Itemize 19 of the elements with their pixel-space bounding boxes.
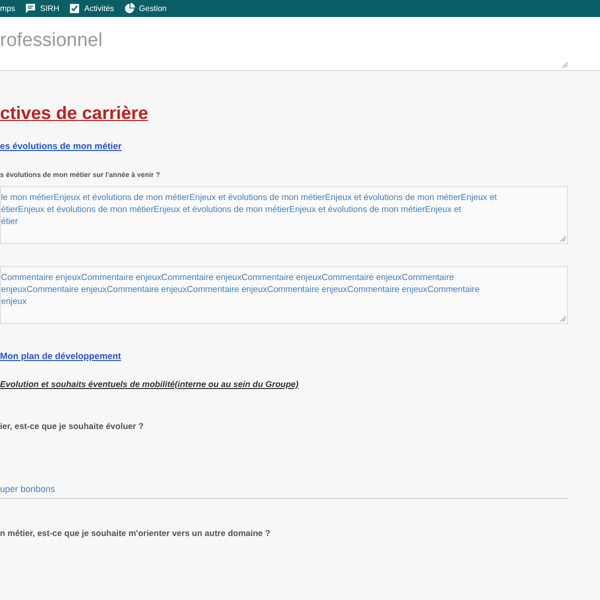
resize-grip-icon[interactable] xyxy=(560,236,566,242)
section-link[interactable]: Mon plan de développement xyxy=(0,351,122,361)
question-label: n métier, est-ce que je souhaite m'orienter vers un autre domaine ? xyxy=(0,528,270,538)
resize-grip-icon[interactable] xyxy=(560,316,566,322)
nav-item[interactable]: Activités xyxy=(69,3,114,14)
nav-item[interactable]: Gestion xyxy=(124,3,167,14)
text-area[interactable]: le mon métierEnjeux et évolutions de mon métierEnjeux et évolutions de mon métierEnjeux et évolutions de mon métierEnjeux et étierEnjeux et évolutions de mon métierEnjeux et évolutions de mon métierEnjeux et évolutions de mon métierEnjeux et étier xyxy=(0,186,568,244)
nav-item[interactable]: mps xyxy=(0,4,16,13)
text-area[interactable]: Commentaire enjeuxCommentaire enjeuxCommentaire enjeuxCommentaire enjeuxCommentaire enjeuxCommentaire enjeuxCommentaire enjeuxCommentaire enjeuxCommentaire enjeuxCommentaire enjeuxCommentaire enjeuxCommentaire enjeux xyxy=(0,266,568,324)
chat-icon xyxy=(25,3,36,14)
nav-item[interactable]: SIRH xyxy=(25,3,60,14)
checkbox-icon xyxy=(69,3,80,14)
input-field[interactable]: uper bonbons xyxy=(0,484,568,499)
question-label: ier, est-ce que je souhaite évoluer ? xyxy=(0,421,144,431)
resize-grip-icon[interactable] xyxy=(562,62,568,68)
section-title: ctives de carrière xyxy=(0,103,148,124)
pie-chart-icon xyxy=(124,3,136,14)
subheading: Evolution et souhaits éventuels de mobilité(interne ou au sein du Groupe) xyxy=(0,379,298,389)
section-link[interactable]: es évolutions de mon métier xyxy=(0,141,122,151)
